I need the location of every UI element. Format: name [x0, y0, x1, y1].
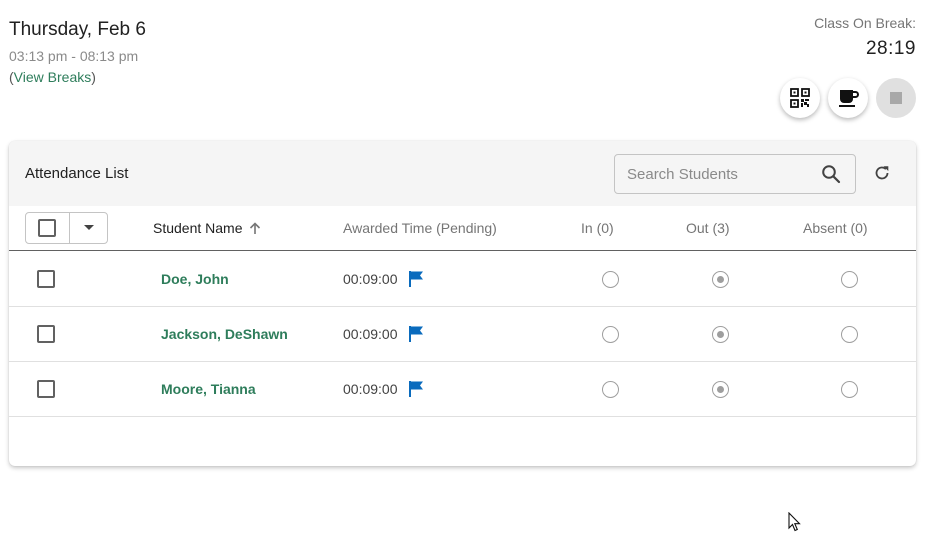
row-select-checkbox[interactable] — [37, 270, 55, 288]
table-header: Student Name Awarded Time (Pending) In (… — [9, 206, 916, 251]
sort-ascending-icon — [249, 222, 260, 234]
status-out-radio[interactable] — [712, 326, 729, 343]
student-name-link[interactable]: Jackson, DeShawn — [161, 326, 288, 342]
view-breaks-link[interactable]: View Breaks — [14, 69, 92, 85]
search-icon[interactable] — [821, 164, 841, 184]
flag-icon[interactable] — [407, 270, 425, 288]
awarded-time: 00:09:00 — [343, 381, 398, 397]
column-absent[interactable]: Absent (0) — [803, 220, 868, 236]
status-absent-radio[interactable] — [841, 271, 858, 288]
flag-icon[interactable] — [407, 380, 425, 398]
column-student-name[interactable]: Student Name — [153, 220, 261, 236]
attendance-list-title: Attendance List — [25, 165, 129, 182]
awarded-time: 00:09:00 — [343, 326, 398, 342]
chevron-down-icon[interactable] — [84, 225, 94, 230]
bulk-select-control — [25, 212, 108, 244]
session-time-range: 03:13 pm - 08:13 pm — [9, 48, 139, 64]
attendance-toolbar: Attendance List — [9, 141, 916, 206]
select-all-checkbox[interactable] — [38, 219, 56, 237]
coffee-cup-icon — [839, 90, 859, 107]
table-row: Moore, Tianna 00:09:00 — [9, 362, 916, 417]
break-status-label: Class On Break: — [814, 15, 916, 31]
break-timer: 28:19 — [865, 38, 916, 59]
column-awarded-time[interactable]: Awarded Time (Pending) — [343, 220, 497, 236]
qr-code-icon — [790, 88, 810, 108]
column-student-name-label: Student Name — [153, 220, 243, 236]
search-students-input[interactable] — [627, 155, 807, 193]
attendance-list-card: Attendance List Student Name Awarded Tim… — [9, 141, 916, 466]
row-select-checkbox[interactable] — [37, 380, 55, 398]
mouse-cursor-icon — [788, 512, 801, 532]
column-in[interactable]: In (0) — [581, 220, 614, 236]
select-divider — [69, 213, 70, 243]
status-in-radio[interactable] — [602, 271, 619, 288]
end-class-button[interactable] — [876, 78, 916, 118]
break-status: Class On Break: 28:19 — [814, 15, 916, 60]
table-row: Doe, John 00:09:00 — [9, 252, 916, 307]
table-row: Jackson, DeShawn 00:09:00 — [9, 307, 916, 362]
session-date: Thursday, Feb 6 — [9, 19, 146, 40]
student-name-link[interactable]: Doe, John — [161, 271, 229, 287]
refresh-icon[interactable] — [873, 164, 891, 182]
search-students-field[interactable] — [614, 154, 856, 194]
status-absent-radio[interactable] — [841, 326, 858, 343]
status-out-radio[interactable] — [712, 381, 729, 398]
take-break-button[interactable] — [828, 78, 868, 118]
awarded-time: 00:09:00 — [343, 271, 398, 287]
qr-code-button[interactable] — [780, 78, 820, 118]
class-session-info: Thursday, Feb 6 03:13 pm - 08:13 pm (Vie… — [9, 18, 146, 86]
view-breaks: (View Breaks) — [9, 68, 146, 86]
status-absent-radio[interactable] — [841, 381, 858, 398]
row-select-checkbox[interactable] — [37, 325, 55, 343]
status-out-radio[interactable] — [712, 271, 729, 288]
column-out[interactable]: Out (3) — [686, 220, 730, 236]
student-name-link[interactable]: Moore, Tianna — [161, 381, 256, 397]
view-breaks-close-paren: ) — [91, 69, 96, 85]
status-in-radio[interactable] — [602, 381, 619, 398]
flag-icon[interactable] — [407, 325, 425, 343]
status-in-radio[interactable] — [602, 326, 619, 343]
stop-icon — [890, 92, 902, 104]
